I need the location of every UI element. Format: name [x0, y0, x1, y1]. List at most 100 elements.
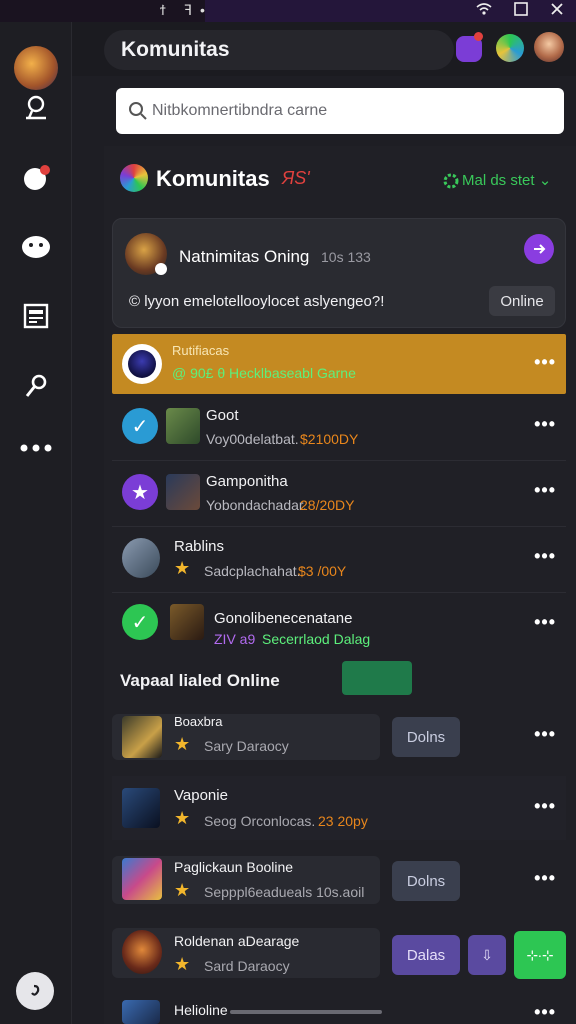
chat-icon[interactable]: [16, 158, 56, 198]
row-title: Vaponie: [174, 787, 228, 804]
more-options-icon[interactable]: •••: [534, 612, 556, 633]
list-item[interactable]: Helioline •••: [112, 996, 566, 1024]
game-thumbnail: [122, 716, 162, 758]
game-thumbnail: [122, 930, 162, 974]
online-dot: [155, 263, 167, 275]
close-icon[interactable]: [550, 2, 564, 16]
game-thumbnail: [122, 858, 162, 900]
star-icon: ★: [174, 954, 191, 974]
profile-avatar[interactable]: [14, 46, 58, 90]
game-controller-icon[interactable]: [16, 226, 56, 266]
check-icon: ✓: [122, 604, 158, 640]
download-button[interactable]: ⇩: [468, 935, 506, 975]
online-button[interactable]: Online: [489, 286, 555, 316]
divider: [112, 460, 566, 461]
row-title: Goot: [206, 407, 239, 424]
star-icon: ★: [122, 474, 158, 510]
row-title: Gamponitha: [206, 473, 288, 490]
row-title: Rablins: [174, 538, 225, 555]
star-icon: ★: [174, 808, 191, 828]
page-title: Komunitas: [121, 38, 230, 61]
notification-dot: [474, 32, 483, 41]
community-logo-icon: [120, 164, 148, 192]
game-thumbnail: [122, 788, 160, 828]
list-item[interactable]: Roldenan aDearage ★ Sard Daraocy Dalas ⇩…: [112, 920, 566, 988]
scroll-indicator[interactable]: [230, 1010, 382, 1014]
more-options-icon[interactable]: •••: [534, 724, 556, 745]
highlight-title: Rutifiacas: [172, 343, 230, 358]
row-price: $2100DY: [300, 431, 359, 447]
more-options-icon[interactable]: •••: [534, 414, 556, 435]
list-item-highlighted[interactable]: Rutifiacas @ 90£ θ Hecklbaseabl Garne ••…: [112, 334, 566, 394]
more-options-icon[interactable]: •••: [534, 352, 556, 373]
row-subtitle: Sard Daraocy: [204, 958, 290, 974]
row-subtitle: Voy00delatbat.: [206, 431, 299, 447]
share-button[interactable]: ⊹∙⊹: [514, 931, 566, 979]
news-icon[interactable]: [16, 296, 56, 336]
list-item[interactable]: Vaponie ★ Seog Orconlocas. 23 20py •••: [112, 776, 566, 840]
square-icon[interactable]: [514, 2, 528, 16]
feature-title: Natnimitas Oning: [179, 247, 310, 266]
row-subtitle: ZIV a9: [214, 631, 256, 647]
list-item[interactable]: ★ Gamponitha Yobondachadar. 28/20DY •••: [112, 462, 566, 526]
list-item[interactable]: Paglickaun Booline ★ Sepppl6eadueals 10s…: [112, 848, 566, 912]
row-price: Secerrlaod Dalag: [262, 631, 371, 647]
status-glyph: ꟻ: [184, 2, 193, 18]
list-item[interactable]: ✓ Gonolibenecenatane ZIV a9 Secerrlaod D…: [112, 594, 566, 658]
more-icon[interactable]: [16, 428, 56, 468]
action-button[interactable]: Dalas: [392, 935, 460, 975]
row-price: 28/20DY: [300, 497, 355, 513]
row-subtitle: Sepppl6eadueals 10s.aoil: [204, 884, 365, 900]
section-title: Komunitas: [156, 166, 270, 191]
feature-message: © lyyon emelotellooylocet aslyengeo?!: [129, 293, 385, 310]
more-options-icon[interactable]: •••: [534, 796, 556, 817]
row-subtitle: Sary Daraocy: [204, 738, 289, 754]
feature-meta: 10s 133: [321, 249, 371, 265]
help-icon[interactable]: [16, 972, 54, 1010]
online-toggle[interactable]: [342, 661, 412, 695]
star-icon: ★: [174, 734, 191, 754]
row-title: Gonolibenecenatane: [214, 610, 353, 627]
star-icon: ★: [174, 558, 191, 578]
row-price: 23 20py: [318, 813, 368, 829]
wifi-icon: [476, 3, 492, 15]
more-options-icon[interactable]: •••: [534, 546, 556, 567]
status-glyph: ϯ: [160, 2, 166, 18]
game-thumbnail: [122, 1000, 160, 1024]
row-subtitle: Yobondachadar.: [206, 497, 307, 513]
section-badge: ЯS': [282, 168, 310, 188]
gear-icon: [443, 173, 459, 189]
online-section-title: Vapaal lialed Online: [120, 671, 280, 690]
row-price: $3 /00Y: [298, 563, 347, 579]
section-link[interactable]: Mal ds stet ⌄: [462, 171, 551, 189]
search-icon: [129, 102, 147, 120]
highlight-subtitle: @ 90£ θ Hecklbaseabl Garne: [172, 365, 356, 381]
feature-card[interactable]: Natnimitas Oning 10s 133 © lyyon emelote…: [112, 218, 566, 328]
list-item[interactable]: Rablins ★ Sadcplachahat. $3 /00Y •••: [112, 528, 566, 592]
divider: [112, 592, 566, 593]
list-item[interactable]: Boaxbra ★ Sary Daraocy Dolns •••: [112, 706, 566, 770]
arrow-right-icon[interactable]: [524, 234, 554, 264]
user-avatar[interactable]: [534, 32, 564, 62]
more-options-icon[interactable]: •••: [534, 480, 556, 501]
row-title: Paglickaun Booline: [174, 859, 294, 875]
list-item[interactable]: ✓ Goot Voy00delatbat. $2100DY •••: [112, 396, 566, 460]
game-thumbnail: [166, 474, 200, 510]
search-icon[interactable]: [16, 88, 56, 128]
star-icon: ★: [174, 880, 191, 900]
key-icon[interactable]: [16, 366, 56, 406]
row-title: Roldenan aDearage: [174, 933, 300, 949]
game-thumbnail: [170, 604, 204, 640]
action-button[interactable]: Dolns: [392, 717, 460, 757]
more-options-icon[interactable]: •••: [534, 868, 556, 889]
row-subtitle: Seog Orconlocas.: [204, 813, 316, 829]
chat-bubble-icon[interactable]: [496, 34, 524, 62]
search-input[interactable]: [152, 98, 552, 124]
game-thumbnail: [166, 408, 200, 444]
row-subtitle: Sadcplachahat.: [204, 563, 301, 579]
more-options-icon[interactable]: •••: [534, 1002, 556, 1023]
side-rail: [0, 22, 88, 1024]
search-bar[interactable]: [116, 88, 564, 134]
action-button[interactable]: Dolns: [392, 861, 460, 901]
divider: [112, 526, 566, 527]
